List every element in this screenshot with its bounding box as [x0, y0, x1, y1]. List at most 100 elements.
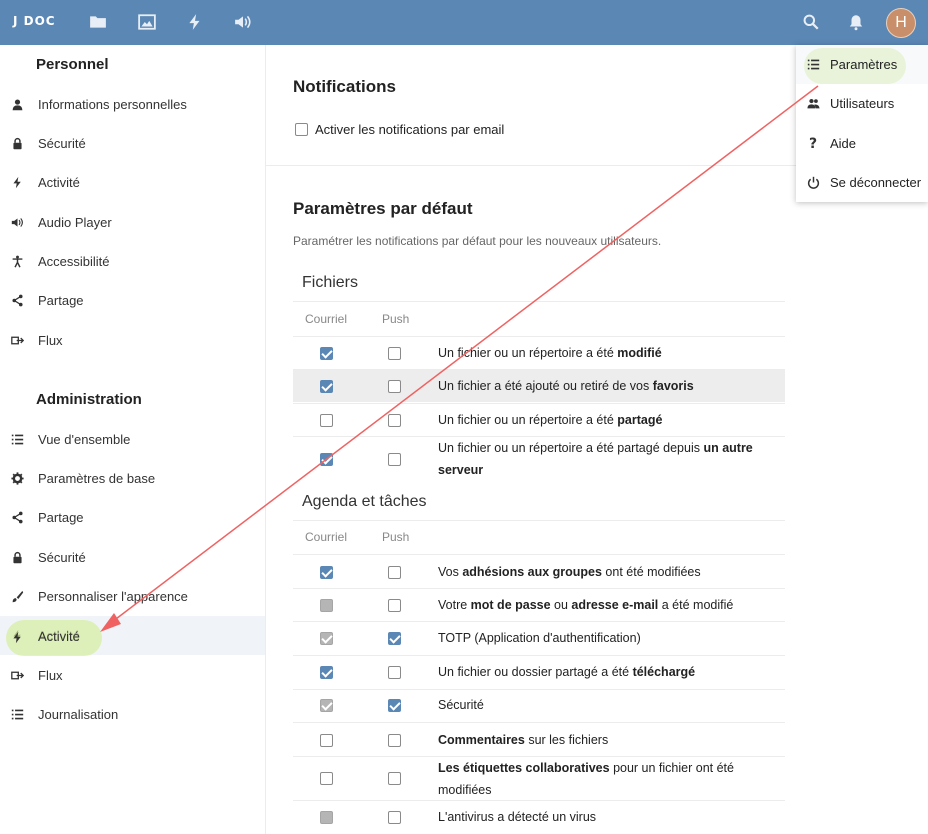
push-checkbox[interactable]: [388, 699, 401, 712]
sidebar-item-label: Activité: [38, 629, 80, 644]
table-row: Vos adhésions aux groupes ont été modifi…: [293, 554, 785, 588]
menu-item-settings[interactable]: Paramètres: [796, 45, 928, 84]
sidebar-item-label: Vue d'ensemble: [38, 432, 131, 447]
mail-checkbox[interactable]: [320, 380, 333, 393]
menu-item-label: Paramètres: [830, 57, 898, 72]
share-icon: [10, 511, 24, 525]
mail-checkbox[interactable]: [320, 347, 333, 360]
email-notifications-checkbox[interactable]: [295, 123, 308, 136]
mail-checkbox[interactable]: [320, 566, 333, 579]
row-label: Un fichier ou un répertoire a été partag…: [438, 441, 753, 477]
users-icon: [806, 97, 820, 111]
menu-item-logout[interactable]: Se déconnecter: [796, 163, 928, 202]
help-icon: ?: [808, 135, 818, 152]
sidebar-item-overview[interactable]: Vue d'ensemble: [0, 420, 265, 459]
sidebar-item-label: Partage: [38, 510, 84, 525]
audio-icon: [10, 216, 24, 230]
activity-icon: [10, 176, 24, 190]
sidebar-item-label: Accessibilité: [38, 254, 110, 269]
row-label: Votre mot de passe ou adresse e-mail a é…: [438, 598, 734, 612]
divider: [293, 520, 785, 521]
sidebar-item-logging[interactable]: Journalisation: [0, 695, 265, 734]
push-checkbox[interactable]: [388, 380, 401, 393]
table-row: TOTP (Application d'authentification): [293, 621, 785, 655]
activity-icon[interactable]: [185, 12, 205, 32]
person-icon: [10, 98, 24, 112]
divider: [293, 301, 785, 302]
push-checkbox[interactable]: [388, 734, 401, 747]
row-label: Un fichier ou un répertoire a été modifi…: [438, 346, 662, 360]
push-checkbox[interactable]: [388, 666, 401, 679]
mail-checkbox: [320, 599, 333, 612]
audio-icon[interactable]: [233, 12, 253, 32]
mail-checkbox: [320, 811, 333, 824]
mail-checkbox[interactable]: [320, 453, 333, 466]
table-row: Commentaires sur les fichiers: [293, 722, 785, 756]
sidebar-item-label: Activité: [38, 175, 80, 190]
menu-item-users[interactable]: Utilisateurs: [796, 84, 928, 123]
settings-list-icon: [806, 58, 820, 72]
notifications-icon[interactable]: [846, 12, 866, 32]
activity-icon: [10, 630, 24, 644]
col-header-push: Push: [382, 530, 410, 544]
list-icon: [10, 708, 24, 722]
defaults-subtitle: Paramétrer les notifications par défaut …: [293, 234, 662, 248]
defaults-title: Paramètres par défaut: [293, 199, 473, 218]
sidebar-item-label: Journalisation: [38, 707, 119, 722]
power-icon: [806, 176, 820, 190]
sidebar-item-basic-settings[interactable]: Paramètres de base: [0, 459, 265, 498]
sidebar-item-label: Partage: [38, 293, 84, 308]
sidebar-item-personal-info[interactable]: Informations personnelles: [0, 85, 265, 124]
brush-icon: [10, 590, 24, 604]
push-checkbox[interactable]: [388, 632, 401, 645]
lock-icon: [10, 551, 24, 565]
lock-icon: [10, 137, 24, 151]
group-title-files: Fichiers: [302, 274, 359, 291]
push-checkbox[interactable]: [388, 453, 401, 466]
push-checkbox[interactable]: [388, 414, 401, 427]
gallery-icon[interactable]: [137, 12, 157, 32]
sidebar-item-label: Audio Player: [38, 215, 112, 230]
sidebar-item-admin-security[interactable]: Sécurité: [0, 538, 265, 577]
mail-checkbox[interactable]: [320, 414, 333, 427]
mail-checkbox: [320, 632, 333, 645]
table-row: Un fichier ou dossier partagé a été télé…: [293, 655, 785, 689]
menu-item-help[interactable]: ? Aide: [796, 124, 928, 163]
sidebar-item-theming[interactable]: Personnaliser l'apparence: [0, 577, 265, 616]
push-checkbox[interactable]: [388, 811, 401, 824]
push-checkbox[interactable]: [388, 347, 401, 360]
user-avatar[interactable]: H: [886, 8, 916, 38]
search-icon[interactable]: [801, 12, 821, 32]
sidebar-item-label: Flux: [38, 333, 63, 348]
gear-icon: [10, 472, 24, 486]
push-checkbox[interactable]: [388, 566, 401, 579]
push-checkbox[interactable]: [388, 599, 401, 612]
table-row: Un fichier a été ajouté ou retiré de vos…: [293, 369, 785, 402]
sidebar-item-label: Personnaliser l'apparence: [38, 589, 188, 604]
sidebar-item-admin-sharing[interactable]: Partage: [0, 498, 265, 537]
sidebar-item-sharing[interactable]: Partage: [0, 281, 265, 320]
menu-item-label: Utilisateurs: [830, 96, 895, 111]
mail-checkbox[interactable]: [320, 772, 333, 785]
row-label: Un fichier a été ajouté ou retiré de vos…: [438, 379, 694, 393]
sidebar-item-label: Flux: [38, 668, 63, 683]
files-icon[interactable]: [88, 12, 108, 32]
app-logo[interactable]: J DOC: [13, 14, 56, 28]
sidebar-item-activity[interactable]: Activité: [0, 163, 265, 202]
mail-checkbox[interactable]: [320, 666, 333, 679]
sidebar-item-accessibility[interactable]: Accessibilité: [0, 242, 265, 281]
sidebar-item-security[interactable]: Sécurité: [0, 124, 265, 163]
flux-icon: [10, 334, 24, 348]
table-row: Un fichier ou un répertoire a été modifi…: [293, 336, 785, 369]
menu-item-label: Aide: [830, 136, 857, 151]
row-label: Un fichier ou un répertoire a été partag…: [438, 413, 663, 427]
email-notifications-label: Activer les notifications par email: [315, 122, 505, 137]
sidebar-item-flux[interactable]: Flux: [0, 321, 265, 360]
sidebar-item-audio-player[interactable]: Audio Player: [0, 203, 265, 242]
share-icon: [10, 294, 24, 308]
table-row: Les étiquettes collaboratives pour un fi…: [293, 756, 785, 800]
push-checkbox[interactable]: [388, 772, 401, 785]
sidebar-item-admin-flux[interactable]: Flux: [0, 656, 265, 695]
mail-checkbox[interactable]: [320, 734, 333, 747]
settings-sidebar: Personnel Informations personnelles Sécu…: [0, 45, 266, 834]
